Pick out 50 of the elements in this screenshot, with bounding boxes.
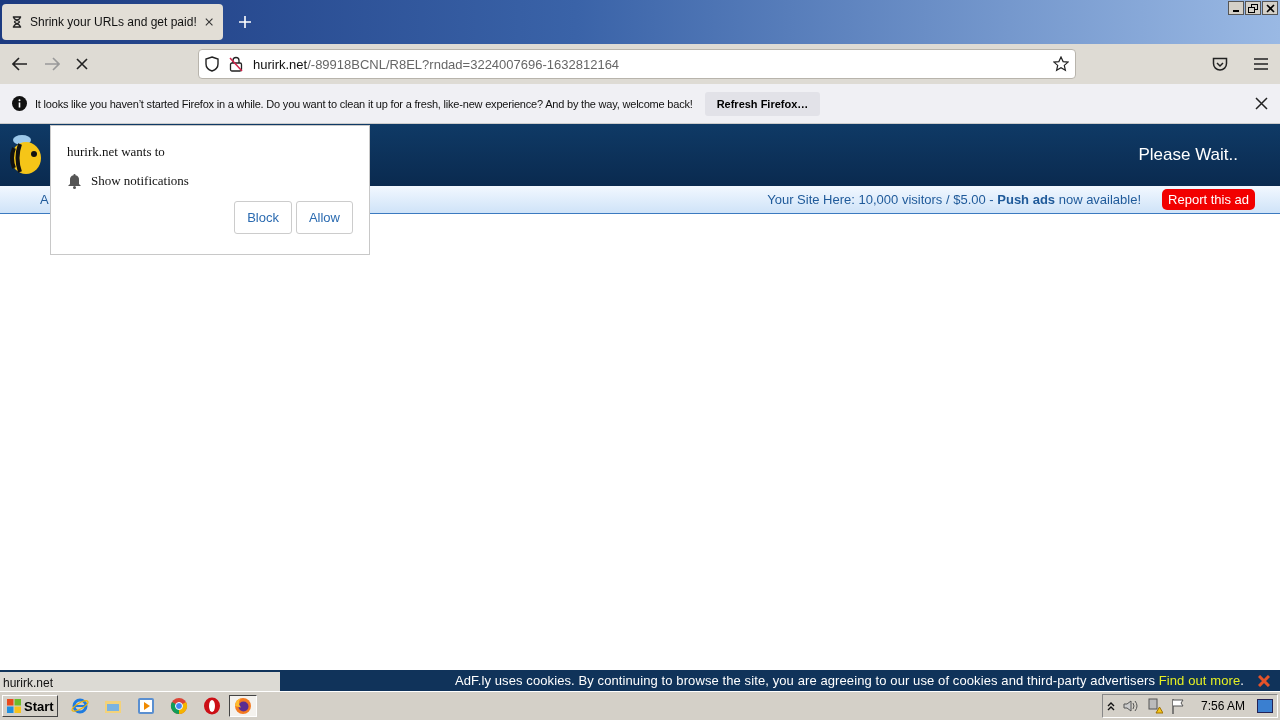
nav-link[interactable]: A — [40, 192, 49, 207]
broken-lock-icon — [229, 56, 243, 72]
info-icon — [12, 96, 27, 111]
chrome-icon — [169, 697, 188, 715]
browser-e-icon — [70, 697, 89, 715]
browser-tab[interactable]: Shrink your URLs and get paid! — [2, 4, 223, 40]
refresh-firefox-button[interactable]: Refresh Firefox… — [704, 91, 821, 116]
popup-button[interactable]: Allow — [295, 201, 353, 234]
opera-icon — [202, 697, 221, 715]
four-squares-icon — [6, 698, 22, 714]
status-text: hurirk.net — [0, 670, 280, 691]
tab-title: Shrink your URLs and get paid! — [29, 15, 197, 29]
start-button[interactable]: Start — [2, 695, 58, 717]
close-icon[interactable] — [1255, 97, 1268, 110]
pocket-icon[interactable] — [1212, 56, 1228, 72]
network-warning-icon[interactable] — [1146, 698, 1163, 714]
bee-logo-icon — [8, 134, 44, 176]
ad-text: Your Site Here: 10,000 visitors / $5.00 - Push ads now available! — [767, 192, 1142, 207]
new-tab-icon[interactable] — [239, 16, 251, 28]
firefox-icon — [233, 697, 252, 715]
popup-button[interactable]: Block — [234, 201, 292, 234]
shield-icon — [205, 56, 219, 72]
report-ad-button[interactable]: Report this ad — [1162, 189, 1255, 210]
popup-title: hurirk.net wants to — [67, 144, 166, 160]
restore-button[interactable] — [1245, 1, 1261, 15]
hourglass-icon — [12, 15, 22, 29]
chevron-up-icon[interactable] — [1106, 701, 1115, 711]
speaker-icon[interactable] — [1122, 699, 1139, 713]
cookie-message: AdF.ly uses cookies. By continuing to browse the site, you are agreeing to our use of cookies and third-party advertisers Find out more. — [455, 673, 1244, 688]
address-field[interactable]: hurirk.net/-89918BCNL/R8EL?rndad=3224007696-1632812164 — [198, 49, 1076, 79]
permission-text: Show notifications — [91, 173, 189, 189]
star-icon[interactable] — [1053, 56, 1069, 72]
folder-icon — [103, 698, 122, 714]
please-wait-text: Please Wait.. — [1138, 145, 1238, 165]
bell-icon — [67, 173, 82, 189]
stop-icon[interactable] — [76, 58, 88, 70]
close-icon — [1265, 3, 1275, 13]
close-button[interactable] — [1262, 1, 1278, 15]
minimize-button[interactable] — [1228, 1, 1244, 15]
url-text: hurirk.net/-89918BCNL/R8EL?rndad=3224007696-1632812164 — [253, 56, 621, 72]
play-icon — [136, 697, 155, 715]
notification-message: It looks like you haven’t started Firefox in a while. Do you want to clean it up for a fresh, like-new experience? And by the way, welcome back! — [35, 97, 693, 110]
clock[interactable]: 7:56 AM — [1200, 699, 1245, 713]
restore-icon — [1248, 3, 1258, 13]
close-icon[interactable] — [204, 17, 213, 27]
flag-icon[interactable] — [1170, 698, 1185, 714]
menu-icon[interactable] — [1254, 58, 1268, 70]
back-icon[interactable] — [12, 57, 28, 71]
show-desktop-icon[interactable] — [1257, 699, 1273, 713]
taskbar-app[interactable] — [228, 695, 257, 717]
